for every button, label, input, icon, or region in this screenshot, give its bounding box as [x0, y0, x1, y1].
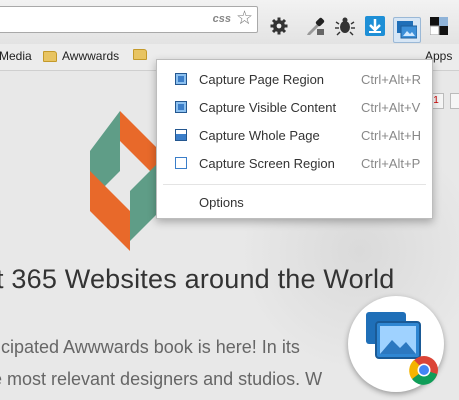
page-headline: t 365 Websites around the World [0, 264, 395, 294]
menu-item-capture-screen-region[interactable]: Capture Screen Region Ctrl+Alt+P [157, 151, 432, 175]
menu-item-label: Capture Screen Region [199, 155, 335, 171]
css-indicator: css [212, 13, 231, 25]
menu-item-label: Capture Page Region [199, 71, 325, 87]
bookmark-star-icon[interactable]: ☆ [236, 8, 253, 30]
menu-item-options[interactable]: Options [157, 190, 432, 214]
bookmark-folder[interactable] [133, 49, 147, 60]
download-icon[interactable] [364, 15, 386, 37]
region-icon [175, 73, 187, 85]
social-button[interactable] [450, 93, 459, 109]
menu-item-label: Capture Whole Page [199, 127, 320, 143]
capture-menu: Capture Page Region Ctrl+Alt+R Capture V… [156, 59, 433, 219]
screenshot-app-icon [366, 312, 438, 385]
body-text-line: ticipated Awwwards book is here! In its [0, 337, 300, 357]
menu-item-capture-visible-content[interactable]: Capture Visible Content Ctrl+Alt+V [157, 95, 432, 119]
folder-icon [43, 50, 57, 62]
bookmark-awwwards[interactable]: Awwwards [43, 49, 119, 63]
extension-promo-badge [348, 296, 444, 392]
visible-content-icon [175, 101, 187, 113]
bookmark-media[interactable]: Media [0, 49, 32, 63]
menu-item-shortcut: Ctrl+Alt+P [361, 155, 421, 171]
eyedropper-icon[interactable] [304, 15, 326, 37]
gear-icon[interactable] [268, 15, 290, 37]
menu-item-shortcut: Ctrl+Alt+R [361, 71, 421, 87]
folder-icon [133, 49, 147, 60]
menu-item-label: Options [199, 194, 244, 210]
body-text-line: e most relevant designers and studios. W [0, 369, 323, 389]
address-bar[interactable]: css ☆ [0, 6, 258, 33]
bug-icon[interactable] [334, 15, 356, 37]
bookmark-label: Media [0, 49, 32, 63]
menu-item-shortcut: Ctrl+Alt+H [361, 127, 421, 143]
bookmark-label: Awwwards [62, 49, 120, 63]
screenshot-icon[interactable] [393, 17, 421, 43]
browser-toolbar: css ☆ [0, 0, 459, 45]
menu-separator [163, 184, 426, 185]
window-icon[interactable] [428, 15, 450, 37]
menu-item-label: Capture Visible Content [199, 99, 337, 115]
whole-page-icon [175, 129, 187, 141]
menu-item-capture-page-region[interactable]: Capture Page Region Ctrl+Alt+R [157, 67, 432, 91]
menu-item-shortcut: Ctrl+Alt+V [361, 99, 421, 115]
menu-item-capture-whole-page[interactable]: Capture Whole Page Ctrl+Alt+H [157, 123, 432, 147]
screen-region-icon [175, 157, 187, 169]
